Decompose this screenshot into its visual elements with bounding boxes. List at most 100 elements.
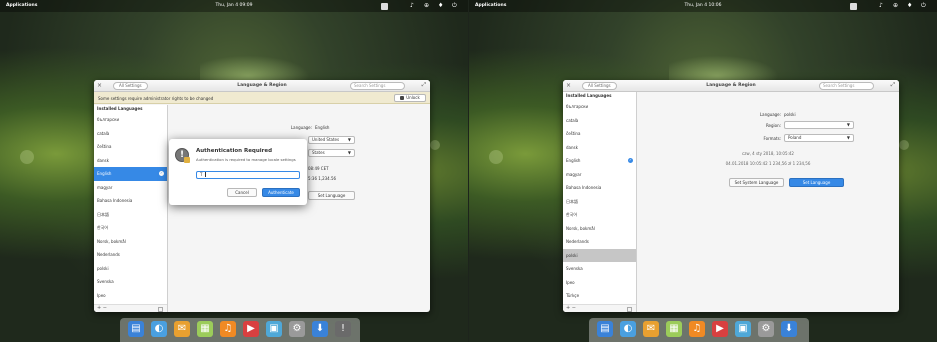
- infobar-message: Some settings require administrator righ…: [98, 96, 214, 101]
- volume-icon[interactable]: ♪: [879, 2, 883, 9]
- wallpaper-bokeh: [430, 140, 440, 150]
- sidebar-item-language[interactable]: polski: [94, 262, 167, 276]
- videos-icon[interactable]: ▶: [712, 321, 728, 337]
- sidebar-item-language[interactable]: 日本語: [94, 208, 167, 222]
- maximize-icon[interactable]: ⤢: [891, 82, 895, 89]
- power-icon[interactable]: ⏻: [921, 2, 926, 9]
- sidebar-item-language[interactable]: 日本語: [563, 195, 636, 209]
- search-input[interactable]: Search Settings: [819, 82, 874, 90]
- sidebar-item-language[interactable]: 한국어: [94, 221, 167, 235]
- maximize-icon[interactable]: ⤢: [422, 82, 426, 89]
- panel-clock[interactable]: Thu, Jan 4 09:09: [0, 3, 468, 8]
- sidebar-item-language[interactable]: Nederlands: [94, 248, 167, 262]
- formats-dropdown[interactable]: Poland ▼: [784, 134, 854, 142]
- formats-dropdown[interactable]: States ▼: [308, 149, 355, 157]
- power-icon[interactable]: ⏻: [452, 2, 457, 9]
- sidebar-item-language[interactable]: Nederlands: [563, 235, 636, 249]
- set-language-button[interactable]: Set Language: [789, 178, 844, 187]
- number-preview: 04.01.2018 10:05:42 1 234,56 zł 1 234,56: [725, 161, 811, 166]
- keyboard-layout-icon[interactable]: [850, 3, 857, 10]
- sidebar-item-label: polski: [566, 252, 578, 258]
- files-icon[interactable]: ▤: [128, 321, 144, 337]
- search-input[interactable]: Search Settings: [350, 82, 405, 90]
- add-remove-buttons[interactable]: + −: [97, 305, 107, 311]
- network-icon[interactable]: ⊕: [893, 2, 898, 9]
- photos-icon[interactable]: ▣: [735, 321, 751, 337]
- network-icon[interactable]: ⊕: [424, 2, 429, 9]
- language-value: polski: [784, 112, 796, 117]
- sidebar-item-language[interactable]: Ірео: [563, 276, 636, 290]
- sidebar-item-language[interactable]: Svenska: [563, 262, 636, 276]
- files-icon[interactable]: ▤: [597, 321, 613, 337]
- sidebar-item-language[interactable]: magyar: [94, 181, 167, 195]
- sidebar-item-language[interactable]: čeština: [563, 127, 636, 141]
- sidebar-item-language[interactable]: dansk: [563, 141, 636, 155]
- browser-icon[interactable]: ◐: [151, 321, 167, 337]
- notifications-icon[interactable]: ♦: [907, 2, 912, 9]
- set-language-button[interactable]: Set Language: [308, 191, 355, 200]
- unlock-button[interactable]: Unlock: [394, 94, 426, 102]
- sidebar-item-label: Bahasa Indonesia: [566, 185, 602, 190]
- system-settings-icon[interactable]: ⚙: [758, 321, 774, 337]
- authenticate-button[interactable]: Authenticate: [262, 188, 300, 197]
- sidebar-item-language[interactable]: dansk: [94, 154, 167, 168]
- sidebar-item-language[interactable]: polski: [563, 248, 636, 262]
- calendar-icon[interactable]: ▦: [197, 321, 213, 337]
- sidebar-item-language[interactable]: Bahasa Indonesia: [563, 181, 636, 195]
- sidebar-item-language[interactable]: English ✓: [563, 154, 636, 168]
- sidebar-item-language[interactable]: Türkçe: [563, 289, 636, 303]
- sidebar-item-language[interactable]: Norsk, bokmål: [563, 222, 636, 236]
- add-remove-buttons[interactable]: + −: [566, 305, 576, 311]
- browser-icon[interactable]: ◐: [620, 321, 636, 337]
- sidebar-toggle-icon[interactable]: [158, 306, 163, 312]
- sidebar-item-language[interactable]: Norsk, bokmål: [94, 235, 167, 249]
- calendar-icon[interactable]: ▦: [666, 321, 682, 337]
- sidebar-item-language[interactable]: Svenska: [94, 275, 167, 289]
- region-dropdown[interactable]: United States ▼: [308, 136, 355, 144]
- appcenter-icon[interactable]: ⬇: [781, 321, 797, 337]
- sidebar-item-language[interactable]: Ірео: [94, 289, 167, 303]
- keyboard-layout-icon[interactable]: [381, 3, 388, 10]
- sidebar-item-language[interactable]: 한국어: [563, 208, 636, 222]
- sidebar-item-language[interactable]: čeština: [94, 140, 167, 154]
- mail-icon[interactable]: ✉: [643, 321, 659, 337]
- sidebar-item-language[interactable]: English ✓: [94, 167, 167, 181]
- time-preview: 08:49 CET: [308, 166, 329, 171]
- sidebar-item-label: dansk: [566, 144, 578, 150]
- auth-dialog-icon: !: [175, 148, 190, 163]
- volume-icon[interactable]: ♪: [410, 2, 414, 9]
- authentication-dialog: ! Authentication Required Authentication…: [169, 139, 307, 205]
- music-icon[interactable]: ♫: [220, 321, 236, 337]
- notifications-icon[interactable]: ♦: [438, 2, 443, 9]
- photos-icon[interactable]: ▣: [266, 321, 282, 337]
- videos-icon[interactable]: ▶: [243, 321, 259, 337]
- sidebar-item-language[interactable]: català: [563, 114, 636, 128]
- set-system-language-button[interactable]: Set System Language: [729, 178, 784, 187]
- checkmark-icon: ✓: [628, 158, 633, 163]
- language-sidebar: Installed Languages български català češti…: [563, 92, 637, 312]
- auth-dialog-icon[interactable]: !: [335, 321, 351, 337]
- dock: ▤ ◐ ✉ ▦ ♫ ▶ ▣ ⚙ ⬇!: [120, 318, 360, 342]
- sidebar-item-label: English: [566, 158, 581, 163]
- appcenter-icon[interactable]: ⬇: [312, 321, 328, 337]
- sidebar-item-language[interactable]: български: [563, 100, 636, 114]
- sidebar-footer: + −: [563, 304, 636, 312]
- sidebar-item-label: 日本語: [566, 198, 578, 204]
- sidebar-item-language[interactable]: català: [94, 127, 167, 141]
- language-value: English: [315, 125, 330, 130]
- sidebar-header: Installed Languages: [97, 106, 143, 111]
- password-field[interactable]: T: [196, 171, 300, 179]
- language-label: Language:: [759, 112, 781, 117]
- system-settings-icon[interactable]: ⚙: [289, 321, 305, 337]
- cancel-button[interactable]: Cancel: [227, 188, 257, 197]
- sidebar-item-label: català: [566, 117, 579, 123]
- music-icon[interactable]: ♫: [689, 321, 705, 337]
- panel-clock[interactable]: Thu, Jan 4 10:06: [469, 3, 937, 8]
- region-dropdown[interactable]: ▼: [784, 121, 854, 129]
- sidebar-item-language[interactable]: magyar: [563, 168, 636, 182]
- sidebar-item-language[interactable]: Bahasa Indonesia: [94, 194, 167, 208]
- mail-icon[interactable]: ✉: [174, 321, 190, 337]
- sidebar-item-label: 日本語: [97, 211, 109, 217]
- sidebar-toggle-icon[interactable]: [627, 306, 632, 312]
- sidebar-item-language[interactable]: български: [94, 113, 167, 127]
